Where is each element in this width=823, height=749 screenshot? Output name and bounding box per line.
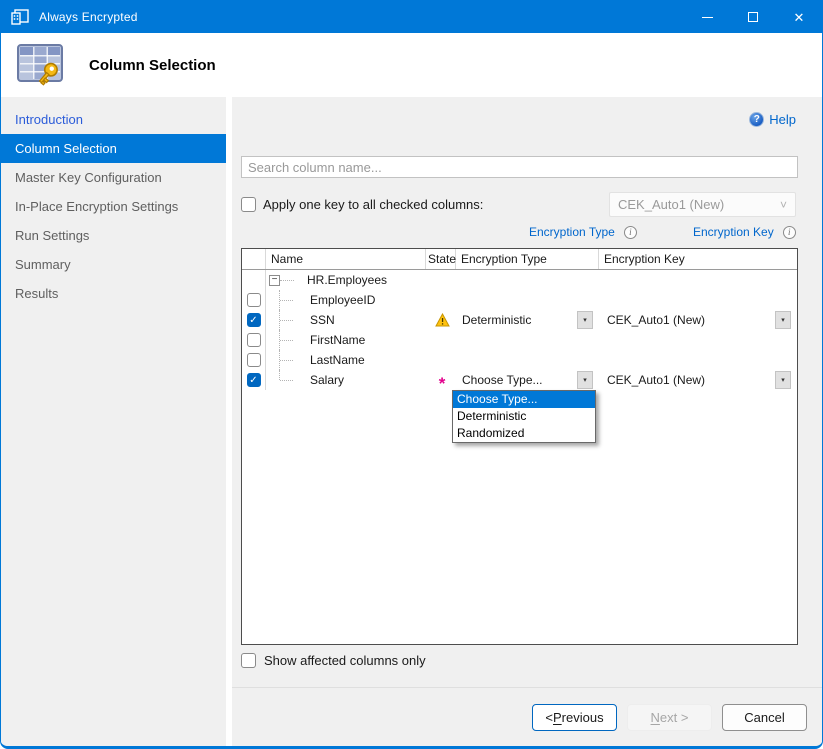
dropdown-option-deterministic[interactable]: Deterministic — [453, 408, 595, 425]
show-affected-columns-label: Show affected columns only — [264, 653, 426, 668]
header-encryption-type: Encryption Type — [456, 249, 599, 269]
sidebar-item-run-settings[interactable]: Run Settings — [1, 221, 226, 250]
previous-button[interactable]: < Previous — [532, 704, 617, 731]
columns-grid: Name State Encryption Type Encryption Ke… — [241, 248, 798, 645]
dropdown-option-randomized[interactable]: Randomized — [453, 425, 595, 442]
search-input[interactable] — [241, 156, 798, 178]
always-encrypted-wizard-window: Always Encrypted ✕ — [0, 0, 823, 749]
encryption-key-dropdown-button[interactable]: ▾ — [775, 371, 791, 389]
table-group-row: − HR.Employees — [242, 270, 797, 290]
tree-line — [279, 310, 310, 330]
encryption-type-dropdown-list: Choose Type... Deterministic Randomized — [452, 390, 596, 443]
sidebar-item-column-selection[interactable]: Column Selection — [1, 134, 226, 163]
tree-collapse-toggle[interactable]: − — [269, 275, 280, 286]
row-checkbox[interactable]: ✓ — [247, 373, 261, 387]
encryption-type-dropdown-button[interactable]: ▾ — [577, 311, 593, 329]
encryption-type-link[interactable]: Encryption Type — [529, 225, 615, 239]
close-button[interactable]: ✕ — [776, 1, 822, 33]
cek-key-value: CEK_Auto1 (New) — [618, 197, 724, 212]
encryption-key-value: CEK_Auto1 (New) — [607, 313, 705, 327]
window-title: Always Encrypted — [39, 10, 138, 24]
row-checkbox[interactable] — [247, 293, 261, 307]
row-checkbox[interactable]: ✓ — [247, 313, 261, 327]
apply-one-key-label: Apply one key to all checked columns: — [263, 197, 483, 212]
encryption-key-link[interactable]: Encryption Key — [693, 225, 774, 239]
window-controls: ✕ — [684, 1, 822, 33]
header-state: State — [426, 249, 456, 269]
column-row-lastname: LastName — [242, 350, 797, 370]
maximize-icon — [748, 12, 758, 22]
sidebar-item-results[interactable]: Results — [1, 279, 226, 308]
page-title: Column Selection — [89, 57, 216, 74]
tree-line — [279, 350, 310, 370]
chevron-down-icon: ˅ — [780, 198, 787, 212]
grid-header-row: Name State Encryption Type Encryption Ke… — [242, 249, 797, 270]
help-icon: ? — [749, 112, 764, 127]
encryption-key-value: CEK_Auto1 (New) — [607, 373, 705, 387]
header-checkbox-column — [242, 249, 266, 269]
row-checkbox[interactable] — [247, 333, 261, 347]
encryption-type-info-icon[interactable]: i — [624, 226, 637, 239]
table-key-icon — [15, 41, 67, 89]
apply-one-key-checkbox[interactable] — [241, 197, 256, 212]
required-marker-icon: * — [439, 372, 446, 389]
row-checkbox[interactable] — [247, 353, 261, 367]
column-row-firstname: FirstName — [242, 330, 797, 350]
encryption-type-value: Choose Type... — [462, 373, 543, 387]
wizard-steps-sidebar: Introduction Column Selection Master Key… — [1, 97, 226, 746]
sidebar-item-introduction[interactable]: Introduction — [1, 105, 226, 134]
column-name: LastName — [310, 353, 365, 367]
tree-line — [280, 280, 294, 281]
column-name: SSN — [310, 313, 335, 327]
cek-key-select[interactable]: CEK_Auto1 (New) ˅ — [609, 192, 796, 217]
tree-line — [279, 290, 310, 310]
tree-line — [279, 370, 310, 390]
encryption-key-info-icon[interactable]: i — [783, 226, 796, 239]
column-name: Salary — [310, 373, 344, 387]
column-row-salary: ✓ Salary * Choose Type... ▾ CEK_Auto1 (N… — [242, 370, 797, 390]
app-icon — [11, 9, 29, 25]
help-link[interactable]: Help — [769, 112, 796, 127]
encryption-type-dropdown-button[interactable]: ▾ — [577, 371, 593, 389]
minimize-button[interactable] — [684, 1, 730, 33]
column-row-employeeid: EmployeeID — [242, 290, 797, 310]
main-panel: ? Help Apply one key to all checked colu… — [232, 97, 822, 746]
encryption-type-value: Deterministic — [462, 313, 531, 327]
close-icon: ✕ — [794, 11, 805, 24]
table-group-label: HR.Employees — [307, 273, 387, 287]
next-button[interactable]: Next > — [627, 704, 712, 731]
header-encryption-key: Encryption Key — [599, 249, 797, 269]
sidebar-item-master-key-configuration[interactable]: Master Key Configuration — [1, 163, 226, 192]
maximize-button[interactable] — [730, 1, 776, 33]
column-name: EmployeeID — [310, 293, 375, 307]
minimize-icon — [702, 17, 713, 18]
show-affected-columns-checkbox[interactable] — [241, 653, 256, 668]
sidebar-item-in-place-encryption-settings[interactable]: In-Place Encryption Settings — [1, 192, 226, 221]
title-bar: Always Encrypted ✕ — [1, 1, 822, 33]
dropdown-option-choose-type[interactable]: Choose Type... — [453, 391, 595, 408]
wizard-footer: < Previous Next > Cancel — [232, 687, 822, 746]
wizard-header: Column Selection — [1, 33, 822, 97]
column-row-ssn: ✓ SSN Deterministic ▾ CEK_Auto1 (New) ▾ — [242, 310, 797, 330]
sidebar-item-summary[interactable]: Summary — [1, 250, 226, 279]
header-name: Name — [266, 249, 426, 269]
warning-icon — [435, 313, 450, 327]
column-name: FirstName — [310, 333, 365, 347]
cancel-button[interactable]: Cancel — [722, 704, 807, 731]
tree-line — [279, 330, 310, 350]
encryption-key-dropdown-button[interactable]: ▾ — [775, 311, 791, 329]
